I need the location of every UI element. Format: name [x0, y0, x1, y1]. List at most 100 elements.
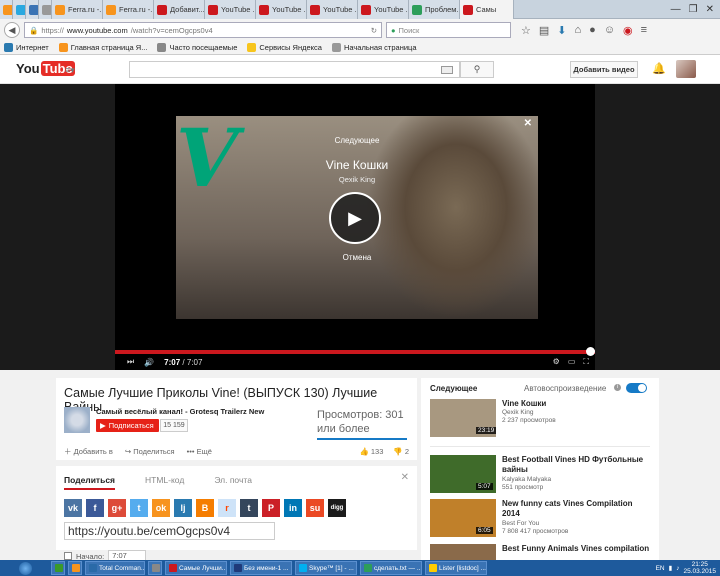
browser-tab[interactable]	[26, 0, 39, 19]
share-tab[interactable]: Поделиться	[64, 475, 116, 490]
more-button[interactable]: ••• Ещё	[187, 447, 212, 456]
recommended-video[interactable]: 6:05 New funny cats Vines Compilation 201…	[430, 499, 655, 539]
bookmark-item[interactable]: Сервисы Яндекса	[247, 43, 322, 52]
bookmark-item[interactable]: Интернет	[4, 43, 49, 52]
browser-tab[interactable]: YouTube ...	[256, 0, 307, 19]
recommended-video[interactable]: Best Funny Animals Vines compilation	[430, 544, 655, 560]
fullscreen-icon[interactable]: ⛶	[583, 357, 589, 367]
start-button[interactable]	[2, 561, 48, 575]
like-button[interactable]: 👍 133	[359, 447, 383, 456]
recommended-title[interactable]: Best Funny Animals Vines compilation	[502, 544, 652, 554]
taskbar-item[interactable]: Total Comman...	[85, 561, 145, 575]
stumbleupon-share-icon[interactable]: su	[306, 499, 324, 517]
browser-tab[interactable]: YouTube ...	[205, 0, 256, 19]
network-icon[interactable]: ▮	[669, 564, 673, 572]
star-icon[interactable]: ☆	[521, 24, 531, 37]
taskbar-item[interactable]	[51, 561, 65, 575]
upload-button[interactable]: Добавить видео	[570, 61, 638, 78]
subscribe-button[interactable]: ▶ Подписаться	[96, 419, 159, 432]
theater-mode-icon[interactable]: ▭	[568, 357, 576, 367]
volume-icon[interactable]: 🔊	[144, 358, 154, 367]
taskbar-item[interactable]	[148, 561, 162, 575]
browser-tab[interactable]: YouTube ...	[307, 0, 358, 19]
channel-avatar[interactable]	[64, 407, 90, 433]
autoplay-toggle[interactable]	[626, 383, 647, 393]
browser-tab[interactable]	[39, 0, 52, 19]
digg-share-icon[interactable]: digg	[328, 499, 346, 517]
browser-tab[interactable]: Ferra.ru -...	[52, 0, 103, 19]
browser-tab[interactable]: Добавит...	[154, 0, 205, 19]
back-button[interactable]: ◀	[4, 22, 20, 38]
blogger-share-icon[interactable]: B	[196, 499, 214, 517]
browser-tab[interactable]	[13, 0, 26, 19]
taskbar-item[interactable]: Skype™ [1] - ...	[295, 561, 357, 575]
menu-icon[interactable]: ≡	[641, 24, 647, 36]
endcard-close-icon[interactable]: ✕	[524, 118, 532, 129]
dislike-button[interactable]: 👎 2	[393, 447, 409, 456]
vk-share-icon[interactable]: vk	[64, 499, 82, 517]
browser-tab[interactable]: Проблем...	[409, 0, 460, 19]
share-tab[interactable]: Эл. почта	[214, 475, 252, 490]
minimize-icon[interactable]: —	[671, 4, 681, 15]
facebook-share-icon[interactable]: f	[86, 499, 104, 517]
autoplay-endcard[interactable]: V ✕ Следующее Vine Кошки Qexik King ▶ От…	[176, 116, 538, 319]
bookmark-item[interactable]: Главная страница Я...	[58, 43, 147, 52]
taskbar-item[interactable]: Самые Лучши...	[165, 561, 227, 575]
chat-icon[interactable]: ●	[589, 24, 596, 36]
recommended-title[interactable]: Best Football Vines HD Футбольные вайны	[502, 455, 652, 474]
settings-gear-icon[interactable]: ⚙	[553, 357, 560, 367]
url-field[interactable]: 🔒 https://www.youtube.com/watch?v=cemOgc…	[24, 22, 382, 38]
start-time-checkbox[interactable]	[64, 552, 72, 560]
search-field[interactable]: ● Поиск	[386, 22, 511, 38]
notifications-bell-icon[interactable]: 🔔	[652, 62, 666, 75]
pinterest-share-icon[interactable]: P	[262, 499, 280, 517]
clock[interactable]: 21:25 25.03.2015	[683, 561, 716, 575]
guide-menu-icon[interactable]: ≡▾	[65, 65, 75, 76]
language-indicator[interactable]: EN	[656, 565, 665, 572]
bookmark-item[interactable]: Часто посещаемые	[157, 43, 237, 52]
youtube-search-input[interactable]	[129, 61, 460, 78]
youtube-search-button[interactable]: ⚲	[460, 61, 494, 78]
recommended-video[interactable]: 5:07 Best Football Vines HD Футбольные ва…	[430, 455, 655, 495]
taskbar-item[interactable]: сделать.txt — ...	[360, 561, 422, 575]
add-to-button[interactable]: ＋ Добавить в	[64, 446, 113, 457]
volume-tray-icon[interactable]: ♪	[676, 565, 679, 572]
reload-icon[interactable]: ↻	[371, 26, 377, 35]
download-icon[interactable]: ⬇	[557, 24, 566, 37]
browser-tab[interactable]	[0, 0, 13, 19]
adblock-icon[interactable]: ◉	[623, 24, 633, 37]
video-thumbnail[interactable]	[430, 544, 496, 560]
browser-tab[interactable]: Ferra.ru -...	[103, 0, 154, 19]
home-icon[interactable]: ⌂	[575, 24, 582, 36]
account-avatar[interactable]	[676, 60, 696, 78]
google-plus-share-icon[interactable]: g+	[108, 499, 126, 517]
clipboard-icon[interactable]: ▤	[539, 24, 549, 37]
tumblr-share-icon[interactable]: t	[240, 499, 258, 517]
share-link-field[interactable]: https://youtu.be/cemOgcps0v4	[64, 522, 275, 540]
share-button[interactable]: ↪ Поделиться	[125, 447, 175, 456]
channel-name[interactable]: Самый весёлый канал! - Grotesq Trailerz …	[96, 407, 264, 416]
next-video-icon[interactable]: ⏭	[127, 357, 134, 367]
keyboard-icon[interactable]	[441, 66, 453, 74]
share-close-icon[interactable]: ✕	[401, 472, 409, 483]
recommended-title[interactable]: New funny cats Vines Compilation 2014	[502, 499, 652, 518]
reddit-share-icon[interactable]: r	[218, 499, 236, 517]
endcard-play-button[interactable]: ▶	[329, 192, 381, 244]
livejournal-share-icon[interactable]: lj	[174, 499, 192, 517]
smiley-icon[interactable]: ☺	[604, 24, 615, 36]
odnoklassniki-share-icon[interactable]: ok	[152, 499, 170, 517]
linkedin-share-icon[interactable]: in	[284, 499, 302, 517]
bookmark-item[interactable]: Начальная страница	[331, 43, 417, 52]
maximize-icon[interactable]: ❐	[689, 4, 698, 15]
endcard-title[interactable]: Vine Кошки	[176, 158, 538, 172]
close-icon[interactable]: ✕	[706, 4, 714, 15]
taskbar-item[interactable]: Lister [listdoc] ...	[425, 561, 487, 575]
recommended-title[interactable]: Vine Кошки	[502, 399, 652, 409]
recommended-video[interactable]: 23:19 Vine Кошки Qexik King 2 237 просмотро…	[430, 399, 655, 439]
twitter-share-icon[interactable]: t	[130, 499, 148, 517]
endcard-cancel-button[interactable]: Отмена	[176, 253, 538, 262]
taskbar-item[interactable]	[68, 561, 82, 575]
browser-tab[interactable]: Самы	[460, 0, 514, 19]
browser-tab[interactable]: YouTube ...	[358, 0, 409, 19]
share-tab[interactable]: HTML-код	[145, 475, 184, 490]
